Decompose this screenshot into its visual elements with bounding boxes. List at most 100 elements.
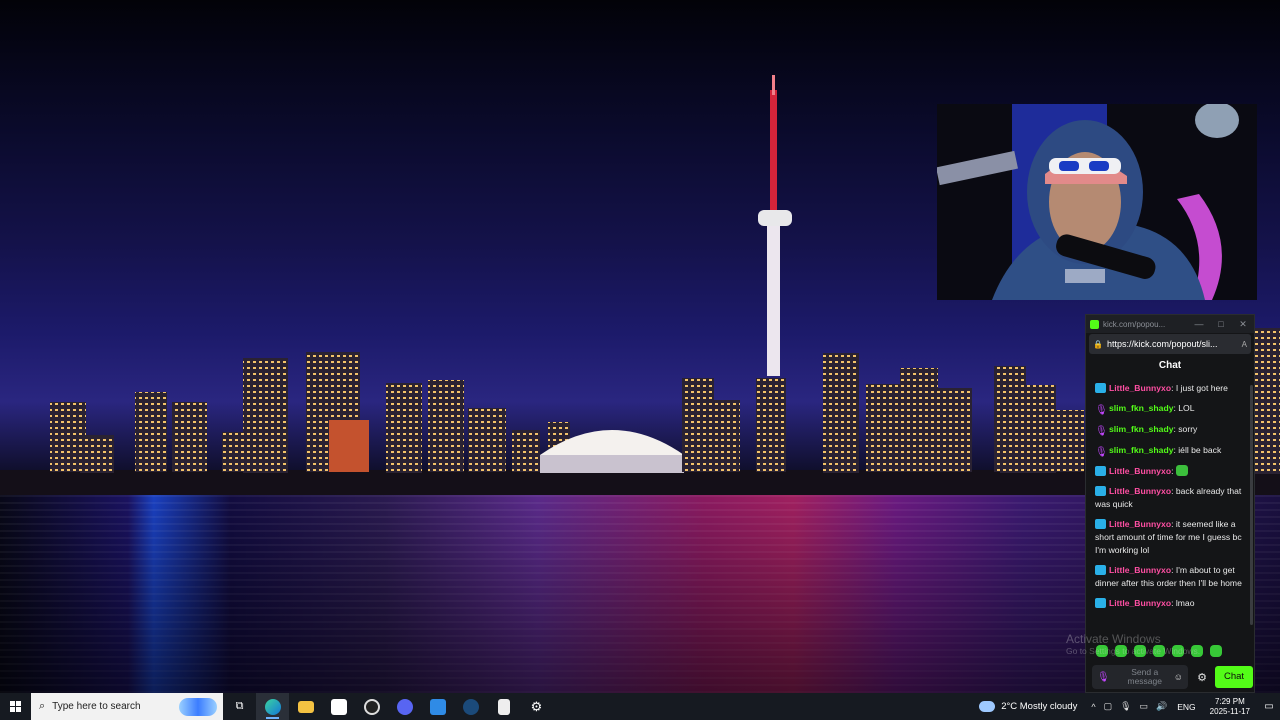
clock-date: 2025-11-17 (1209, 706, 1250, 716)
settings-icon: ⚙ (530, 698, 543, 714)
task-view-icon: ⧉ (235, 700, 244, 712)
chat-username[interactable]: Little_Bunnyxo (1109, 565, 1171, 575)
chat-message: Little_Bunnyxo: I'm about to get dinner … (1086, 561, 1252, 594)
chat-text: : lmao (1171, 598, 1195, 608)
reader-mode-icon[interactable]: A (1242, 340, 1247, 349)
chat-settings-gear-icon[interactable]: ⚙ (1192, 671, 1212, 684)
kick-badge-icon (1095, 598, 1106, 608)
chat-username[interactable]: Little_Bunnyxo (1109, 383, 1171, 393)
chat-text: : sorry (1173, 424, 1198, 434)
chat-username[interactable]: slim_fkn_shady (1109, 424, 1173, 434)
store-button[interactable] (322, 693, 355, 720)
vscode-button[interactable] (421, 693, 454, 720)
chat-message: Little_Bunnyxo: back already that was qu… (1086, 482, 1252, 515)
clock[interactable]: 7:29 PM 2025-11-17 (1210, 697, 1250, 717)
chat-username[interactable]: slim_fkn_shady (1109, 445, 1173, 455)
activate-windows-watermark: Activate Windows Go to Settings to activ… (1066, 632, 1200, 656)
file-explorer-button[interactable] (289, 693, 322, 720)
kick-badge-icon (1095, 486, 1106, 496)
store-icon (330, 698, 347, 715)
chat-message-input[interactable]: 🎙 Send a message ☺ (1092, 665, 1188, 689)
window-title: kick.com/popou... (1103, 319, 1166, 329)
epic-games-icon (497, 698, 510, 715)
file-explorer-icon (297, 700, 314, 713)
kick-favicon-icon (1090, 319, 1099, 329)
search-highlight-icon (179, 697, 217, 716)
obs-button[interactable] (355, 693, 388, 720)
chat-username[interactable]: slim_fkn_shady (1109, 403, 1173, 413)
chat-message: 🎙slim_fkn_shady: iéll be back (1086, 441, 1252, 462)
chat-username[interactable]: Little_Bunnyxo (1109, 486, 1171, 496)
clock-time: 7:29 PM (1214, 696, 1245, 706)
watermark-title: Activate Windows (1066, 632, 1161, 646)
chat-message: Little_Bunnyxo: (1086, 462, 1252, 482)
maximize-button[interactable]: □ (1210, 319, 1232, 329)
chat-input-placeholder[interactable]: Send a message (1116, 668, 1174, 686)
task-view-button[interactable]: ⧉ (223, 693, 256, 720)
discord-button[interactable] (388, 693, 421, 720)
cloud-icon (979, 701, 996, 712)
emote-icon (1175, 465, 1188, 476)
weather-widget[interactable]: 2°C Mostly cloudy (979, 701, 1077, 712)
chat-username[interactable]: Little_Bunnyxo (1109, 598, 1171, 608)
chat-text: : I just got here (1171, 383, 1228, 393)
steam-icon (462, 698, 479, 715)
chat-message-list[interactable]: Little_Bunnyxo: I just got here 🎙slim_fk… (1086, 379, 1252, 649)
emoji-icon[interactable]: ☺ (1174, 672, 1183, 682)
kick-badge-icon (1095, 466, 1106, 476)
language-indicator[interactable]: ENG (1177, 702, 1195, 712)
emote-button[interactable] (1210, 645, 1222, 657)
chat-message: Little_Bunnyxo: lmao (1086, 594, 1252, 614)
vscode-icon (429, 698, 446, 715)
discord-icon (396, 698, 413, 715)
settings-button[interactable]: ⚙ (520, 693, 553, 720)
chat-message: Little_Bunnyxo: I just got here (1086, 379, 1252, 399)
webcam-overlay (937, 104, 1257, 300)
chat-username[interactable]: Little_Bunnyxo (1109, 519, 1171, 529)
kick-badge-icon (1095, 519, 1106, 529)
chat-text: : iéll be back (1173, 445, 1222, 455)
network-icon[interactable]: ▭ (1140, 701, 1149, 712)
chat-message: Little_Bunnyxo: it seemed like a short a… (1086, 515, 1252, 561)
kick-badge-icon (1095, 565, 1106, 575)
webcam-tray-icon[interactable]: ▢ (1104, 701, 1113, 712)
chat-username[interactable]: Little_Bunnyxo (1109, 466, 1171, 476)
chat-message: 🎙slim_fkn_shady: sorry (1086, 420, 1252, 441)
chat-input-row: 🎙 Send a message ☺ ⚙ Chat (1092, 665, 1254, 689)
close-button[interactable]: ✕ (1232, 319, 1254, 330)
edge-icon (264, 698, 281, 715)
steam-button[interactable] (454, 693, 487, 720)
obs-icon (363, 698, 380, 715)
mic-tray-icon[interactable]: 🎙 (1120, 701, 1131, 712)
taskbar-search-box[interactable]: ⌕ Type here to search (31, 693, 223, 720)
edge-button[interactable] (256, 693, 289, 720)
url-text[interactable]: https://kick.com/popout/sli... (1107, 339, 1242, 349)
chat-text: : (1171, 466, 1174, 476)
chat-text: : LOL (1173, 403, 1195, 413)
start-button[interactable] (0, 693, 31, 720)
speaker-icon[interactable]: 🔊 (1156, 701, 1167, 712)
epic-games-button[interactable] (487, 693, 520, 720)
search-placeholder[interactable]: Type here to search (52, 701, 179, 712)
mic-badge-icon: 🎙 (1095, 426, 1108, 437)
notification-icon[interactable]: ▭ (1258, 701, 1280, 712)
search-icon: ⌕ (39, 700, 46, 712)
send-chat-button[interactable]: Chat (1215, 666, 1253, 688)
lock-icon: 🔒 (1093, 339, 1103, 349)
taskbar: ⌕ Type here to search ⧉ ⚙ 2°C Mostly clo… (0, 693, 1280, 720)
weather-text: 2°C Mostly cloudy (1001, 701, 1078, 712)
chat-message: 🎙slim_fkn_shady: LOL (1086, 399, 1252, 420)
chat-scrollbar[interactable] (1250, 385, 1253, 625)
chevron-up-icon[interactable]: ^ (1091, 702, 1095, 712)
mic-icon: 🎙 (1097, 671, 1110, 683)
windows-logo-icon (10, 701, 21, 712)
streamer-image (937, 104, 1257, 300)
mic-badge-icon: 🎙 (1095, 447, 1108, 458)
window-titlebar: kick.com/popou... — □ ✕ (1086, 315, 1254, 333)
kick-badge-icon (1095, 383, 1106, 393)
mic-badge-icon: 🎙 (1095, 405, 1108, 416)
chat-header: Chat (1158, 360, 1182, 371)
system-tray: 2°C Mostly cloudy ^ ▢ 🎙 ▭ 🔊 ENG 7:29 PM … (979, 693, 1280, 720)
address-bar[interactable]: 🔒 https://kick.com/popout/sli... A (1089, 334, 1251, 354)
minimize-button[interactable]: — (1188, 319, 1210, 329)
